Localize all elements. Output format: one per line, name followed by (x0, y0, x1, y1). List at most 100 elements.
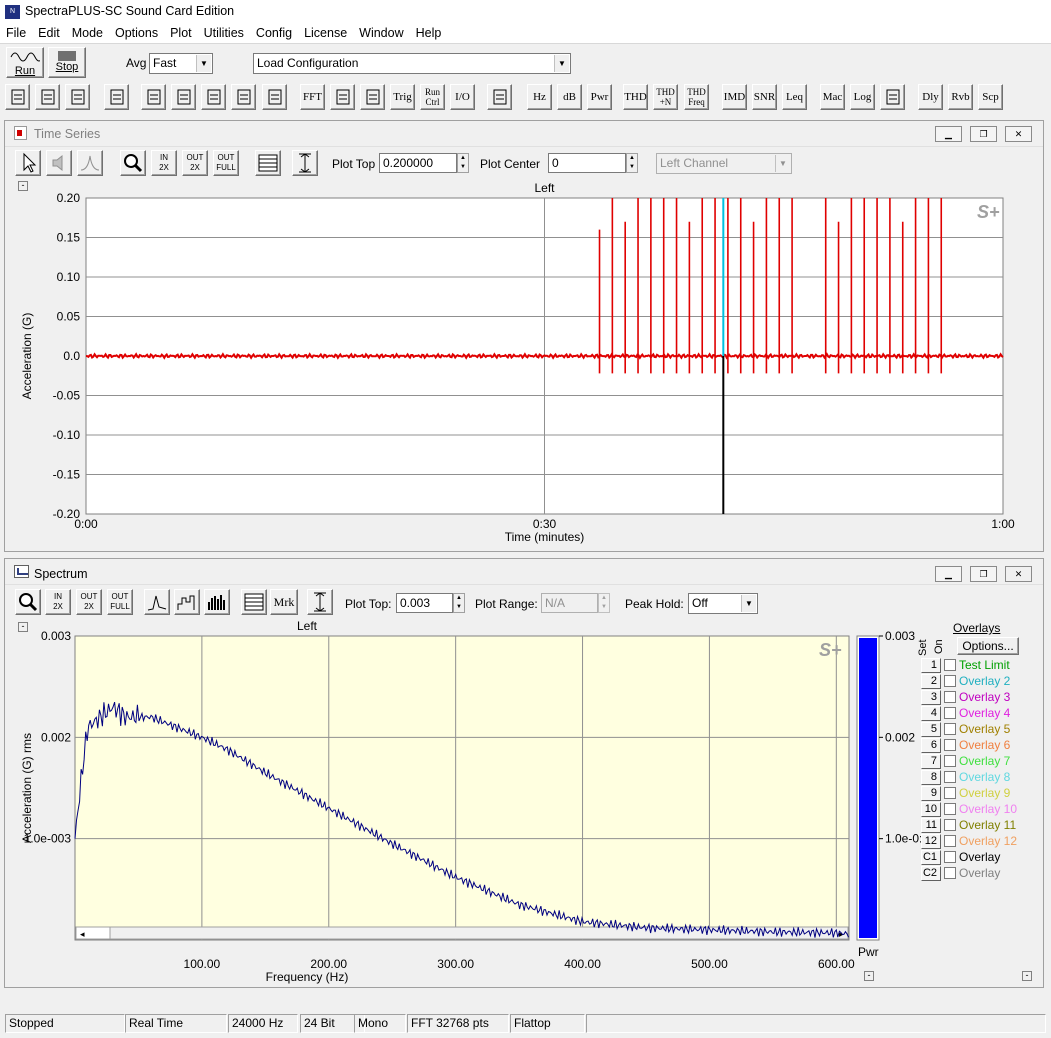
zoom-out-2x-button[interactable]: OUT 2X (182, 150, 208, 176)
close-button[interactable]: ✕ (1005, 126, 1032, 142)
plot-range-spinner[interactable]: ▲ ▼ (598, 593, 610, 613)
plot-center-input[interactable]: 0 (548, 153, 626, 173)
restore-button[interactable]: ❐ (970, 566, 997, 582)
overlay-set-button[interactable]: C1 (921, 850, 941, 865)
snr-button[interactable]: SNR (752, 84, 777, 110)
menu-item-license[interactable]: License (298, 24, 353, 42)
plot-center-spinner[interactable]: ▲ ▼ (626, 153, 638, 173)
overlay-on-checkbox[interactable] (944, 867, 956, 879)
leq-button[interactable]: Leq (782, 84, 807, 110)
alarm-icon[interactable] (880, 84, 905, 110)
plot-top-spinner[interactable]: ▲ ▼ (453, 593, 465, 613)
mac-button[interactable]: Mac (820, 84, 845, 110)
overlay-set-button[interactable]: 12 (921, 834, 941, 849)
zoom-out-full-button[interactable]: OUT FULL (213, 150, 239, 176)
rvb-button[interactable]: Rvb (948, 84, 973, 110)
overlay-set-button[interactable]: C2 (921, 866, 941, 881)
3d-plot-icon[interactable] (262, 84, 287, 110)
menu-item-mode[interactable]: Mode (66, 24, 109, 42)
overlay-on-checkbox[interactable] (944, 771, 956, 783)
overlay-on-checkbox[interactable] (944, 659, 956, 671)
forward-icon[interactable] (141, 84, 166, 110)
overlay-on-checkbox[interactable] (944, 675, 956, 687)
zoom-tool-button[interactable] (120, 150, 146, 176)
menu-item-config[interactable]: Config (250, 24, 298, 42)
overlay-on-checkbox[interactable] (944, 851, 956, 863)
menu-item-utilities[interactable]: Utilities (198, 24, 250, 42)
overlay-set-button[interactable]: 5 (921, 722, 941, 737)
peak-tool-button[interactable] (77, 150, 103, 176)
overlay-set-button[interactable]: 11 (921, 818, 941, 833)
close-button[interactable]: ✕ (1005, 566, 1032, 582)
phase-icon[interactable] (360, 84, 385, 110)
zoom-out-full-button[interactable]: OUT FULL (107, 589, 133, 615)
overlay-on-checkbox[interactable] (944, 707, 956, 719)
overlay-set-button[interactable]: 4 (921, 706, 941, 721)
line-plot-button[interactable] (144, 589, 170, 615)
dly-button[interactable]: Dly (918, 84, 943, 110)
menu-item-help[interactable]: Help (410, 24, 448, 42)
imd-button[interactable]: IMD (722, 84, 747, 110)
pointer-tool-button[interactable] (15, 150, 41, 176)
scale-tool-button[interactable] (307, 589, 333, 615)
thd-n-button[interactable]: THD +N (653, 84, 678, 110)
run-ctrl-button[interactable]: Run Ctrl (420, 84, 445, 110)
plot-top-spinner[interactable]: ▲ ▼ (457, 153, 469, 173)
bar-plot-button[interactable] (204, 589, 230, 615)
marker-button[interactable]: Mrk (270, 589, 298, 615)
zoom-tool-button[interactable] (15, 589, 41, 615)
overlay-on-checkbox[interactable] (944, 739, 956, 751)
new-icon[interactable] (5, 84, 30, 110)
stop-button[interactable]: Stop (48, 47, 86, 78)
avg-select[interactable]: Fast ▼ (149, 53, 213, 74)
peak-hold-select[interactable]: Off ▼ (688, 593, 758, 614)
overlay-set-button[interactable]: 1 (921, 658, 941, 673)
overlay-set-button[interactable]: 2 (921, 674, 941, 689)
spectrogram-icon[interactable] (231, 84, 256, 110)
table-tool-button[interactable] (241, 589, 267, 615)
step-plot-button[interactable] (174, 589, 200, 615)
io-button[interactable]: I/O (450, 84, 475, 110)
fft-button[interactable]: FFT (300, 84, 325, 110)
overlay-on-checkbox[interactable] (944, 835, 956, 847)
overlay-on-checkbox[interactable] (944, 803, 956, 815)
table-tool-button[interactable] (255, 150, 281, 176)
overlay-options-button[interactable]: Options... (957, 637, 1019, 655)
menu-item-plot[interactable]: Plot (164, 24, 198, 42)
menu-item-edit[interactable]: Edit (32, 24, 66, 42)
scp-button[interactable]: Scp (978, 84, 1003, 110)
generator-icon[interactable] (487, 84, 512, 110)
overlay-on-checkbox[interactable] (944, 819, 956, 831)
zoom-in-2x-button[interactable]: IN 2X (45, 589, 71, 615)
overlay-on-checkbox[interactable] (944, 787, 956, 799)
run-button[interactable]: Run (6, 47, 44, 78)
waveform-edit-icon[interactable] (171, 84, 196, 110)
plot-top-input[interactable]: 0.003 (396, 593, 453, 613)
minimize-button[interactable]: ▁ (935, 566, 962, 582)
menu-item-file[interactable]: File (0, 24, 32, 42)
pwr-button[interactable]: Pwr (587, 84, 612, 110)
restore-button[interactable]: ❐ (970, 126, 997, 142)
configuration-select[interactable]: Load Configuration ▼ (253, 53, 571, 74)
zoom-in-2x-button[interactable]: IN 2X (151, 150, 177, 176)
minimize-button[interactable]: ▁ (935, 126, 962, 142)
scope-icon[interactable] (330, 84, 355, 110)
menu-item-options[interactable]: Options (109, 24, 164, 42)
overlay-set-button[interactable]: 3 (921, 690, 941, 705)
overlay-on-checkbox[interactable] (944, 691, 956, 703)
overlay-set-button[interactable]: 8 (921, 770, 941, 785)
overlay-set-button[interactable]: 6 (921, 738, 941, 753)
db-button[interactable]: dB (557, 84, 582, 110)
hz-button[interactable]: Hz (527, 84, 552, 110)
overlay-set-button[interactable]: 10 (921, 802, 941, 817)
plot-top-input[interactable]: 0.200000 (379, 153, 457, 173)
overlay-set-button[interactable]: 7 (921, 754, 941, 769)
zoom-out-2x-button[interactable]: OUT 2X (76, 589, 102, 615)
save-icon[interactable] (65, 84, 90, 110)
print-icon[interactable] (104, 84, 129, 110)
menu-item-window[interactable]: Window (353, 24, 409, 42)
plot-range-input[interactable]: N/A (541, 593, 598, 613)
trig-button[interactable]: Trig (390, 84, 415, 110)
log-button[interactable]: Log (850, 84, 875, 110)
thd-freq-button[interactable]: THD Freq (684, 84, 709, 110)
